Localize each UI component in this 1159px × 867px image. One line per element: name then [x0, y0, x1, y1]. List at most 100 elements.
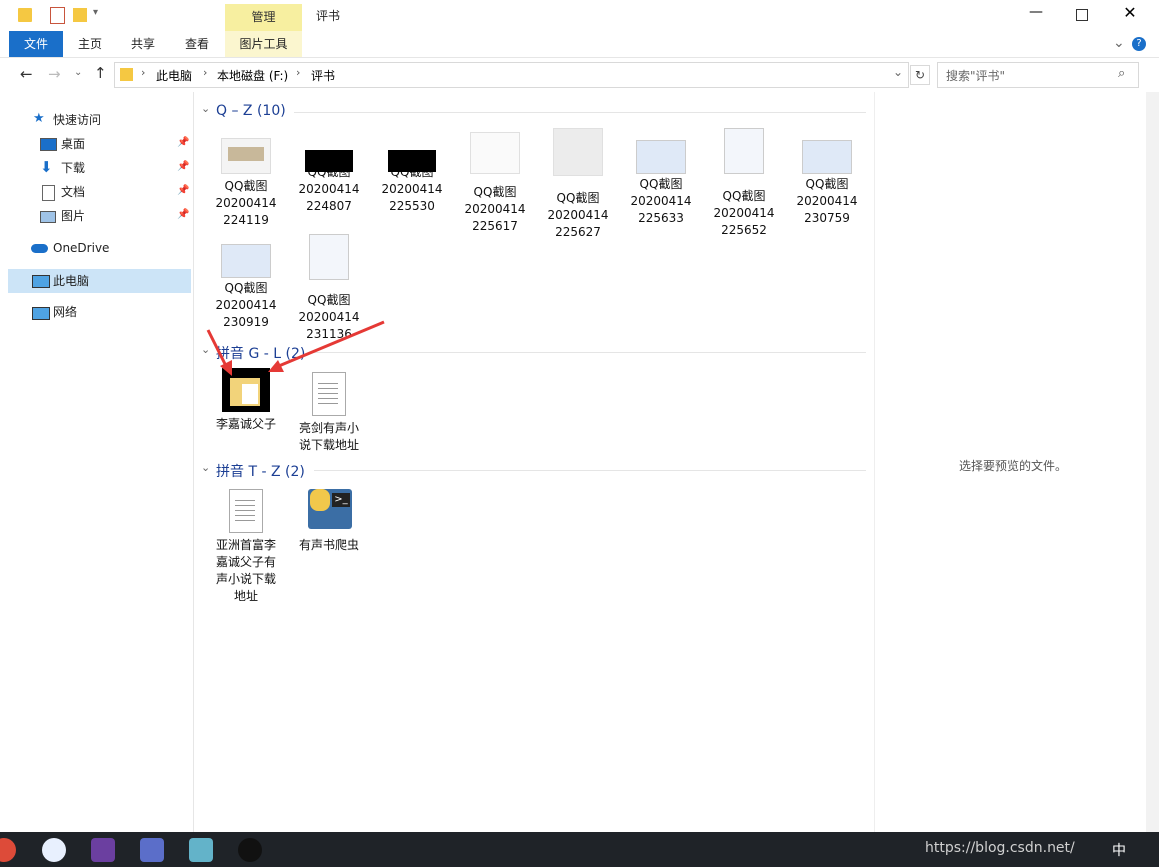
tab-file[interactable]: 文件: [9, 31, 63, 57]
breadcrumb-drive[interactable]: 本地磁盘 (F:): [217, 67, 288, 84]
folder-name: 李嘉诚父子: [215, 417, 276, 431]
ribbon-tabs: 文件 主页 共享 查看 ⌄ ?: [0, 31, 1159, 58]
breadcrumb-sep-icon[interactable]: ›: [141, 66, 145, 79]
file-name: QQ截图: [307, 293, 351, 307]
breadcrumb-this-pc[interactable]: 此电脑: [156, 67, 192, 84]
breadcrumb-current[interactable]: 评书: [311, 67, 335, 84]
pin-icon[interactable]: 📌: [177, 185, 189, 196]
group-divider: [294, 112, 866, 113]
file-name: 嘉诚父子有: [215, 555, 276, 569]
breadcrumb-sep-icon[interactable]: ›: [203, 66, 207, 79]
nav-this-pc[interactable]: 此电脑: [53, 270, 89, 292]
tab-home[interactable]: 主页: [70, 31, 110, 57]
python-file-icon: >_: [306, 487, 352, 531]
up-icon[interactable]: ↑: [94, 64, 107, 82]
arrow-line: [273, 320, 385, 370]
file-name: 亮剑有声小: [298, 421, 359, 435]
file-item[interactable]: QQ截图 20200414 224119: [208, 128, 284, 229]
pin-icon[interactable]: 📌: [177, 161, 189, 172]
ime-indicator[interactable]: 中: [1112, 840, 1126, 860]
refresh-icon[interactable]: ↻: [910, 65, 930, 85]
search-icon: ⌕: [1118, 66, 1126, 81]
tab-picture-tools[interactable]: 图片工具: [225, 31, 302, 57]
image-thumbnail: [221, 138, 271, 174]
text-file-icon: [229, 489, 263, 533]
tab-manage[interactable]: 管理: [225, 4, 302, 31]
pin-icon[interactable]: 📌: [177, 209, 189, 220]
navigation-pane: ★ 快速访问 桌面 📌 ⬇ 下载 📌 文档 📌 图片 📌 OneDrive 此电…: [0, 92, 194, 832]
dingtalk-icon[interactable]: [140, 838, 164, 862]
file-name: QQ截图: [805, 177, 849, 191]
group-header[interactable]: 拼音 T - Z (2): [216, 461, 305, 481]
new-folder-icon[interactable]: [73, 8, 87, 22]
file-name: QQ截图: [556, 191, 600, 205]
nav-onedrive[interactable]: OneDrive: [53, 237, 109, 259]
file-item[interactable]: QQ截图 20200414 225627: [540, 128, 616, 241]
image-thumbnail: [470, 132, 520, 174]
preview-message: 选择要预览的文件。: [959, 459, 1068, 473]
file-name: 20200414: [630, 194, 692, 208]
image-thumbnail: [636, 140, 686, 174]
nav-quick-access[interactable]: 快速访问: [53, 109, 101, 131]
expand-ribbon-icon[interactable]: ⌄: [1113, 35, 1125, 51]
taskbar: https://blog.csdn.net/ 中: [0, 832, 1159, 867]
recent-dropdown-icon[interactable]: ⌄: [74, 67, 82, 78]
file-name: QQ截图: [722, 189, 766, 203]
collapse-group-icon[interactable]: ⌄: [201, 102, 210, 115]
group-divider: [314, 352, 866, 353]
minimize-button[interactable]: —: [1026, 4, 1046, 24]
properties-icon[interactable]: [50, 7, 65, 24]
winrar-icon[interactable]: [91, 838, 115, 862]
chrome-icon[interactable]: [0, 838, 16, 862]
search-input[interactable]: 搜索"评书" ⌕: [937, 62, 1139, 88]
documents-icon: [42, 185, 55, 201]
nav-desktop[interactable]: 桌面: [61, 133, 85, 155]
nav-documents[interactable]: 文档: [61, 181, 85, 203]
forward-icon[interactable]: →: [48, 65, 61, 83]
collapse-group-icon[interactable]: ⌄: [201, 461, 210, 474]
baidu-netdisk-icon[interactable]: [42, 838, 66, 862]
breadcrumb-sep-icon[interactable]: ›: [296, 66, 300, 79]
qq-icon[interactable]: [238, 838, 262, 862]
file-name: 20200414: [381, 182, 443, 196]
tab-view[interactable]: 查看: [176, 31, 218, 57]
file-item[interactable]: QQ截图 20200414 225652: [706, 128, 782, 239]
file-item[interactable]: QQ截图 20200414 225617: [457, 128, 533, 235]
file-item[interactable]: 亚洲首富李 嘉诚父子有 声小说下载 地址: [208, 489, 284, 605]
image-thumbnail: [309, 234, 349, 280]
file-name: QQ截图: [224, 281, 268, 295]
notebook-icon[interactable]: [189, 838, 213, 862]
image-thumbnail: [305, 150, 353, 172]
pin-icon[interactable]: 📌: [177, 137, 189, 148]
file-name: 亚洲首富李: [215, 538, 276, 552]
file-item[interactable]: QQ截图 20200414 225633: [623, 128, 699, 227]
file-name: 225633: [638, 211, 684, 225]
file-name: 225627: [555, 225, 601, 239]
address-dropdown-icon[interactable]: ⌄: [893, 65, 903, 79]
nav-pictures[interactable]: 图片: [61, 205, 85, 227]
address-bar[interactable]: › 此电脑 › 本地磁盘 (F:) › 评书 ⌄: [114, 62, 909, 88]
arrow-head: [220, 360, 232, 376]
file-name: 20200414: [547, 208, 609, 222]
maximize-button[interactable]: [1076, 9, 1088, 21]
back-icon[interactable]: ←: [20, 65, 33, 83]
download-icon: ⬇: [40, 158, 53, 176]
customize-toolbar-icon[interactable]: ▾: [93, 7, 98, 18]
help-icon[interactable]: ?: [1132, 37, 1146, 51]
close-button[interactable]: ✕: [1120, 3, 1140, 23]
nav-network[interactable]: 网络: [53, 301, 77, 323]
file-name: 20200414: [713, 206, 775, 220]
nav-downloads[interactable]: 下载: [61, 157, 85, 179]
file-item[interactable]: 亮剑有声小 说下载地址: [291, 372, 367, 454]
file-name: 有声书爬虫: [298, 538, 359, 552]
pictures-icon: [40, 211, 56, 223]
file-item[interactable]: >_ 有声书爬虫: [291, 487, 367, 554]
onedrive-icon: [31, 244, 48, 253]
file-item[interactable]: QQ截图 20200414 225530: [374, 128, 450, 215]
file-name: 224807: [306, 199, 352, 213]
tab-share[interactable]: 共享: [122, 31, 164, 57]
file-item[interactable]: QQ截图 20200414 230759: [789, 128, 865, 227]
group-header[interactable]: Q – Z (10): [216, 103, 286, 119]
file-item[interactable]: QQ截图 20200414 224807: [291, 128, 367, 215]
file-name: 20200414: [796, 194, 858, 208]
